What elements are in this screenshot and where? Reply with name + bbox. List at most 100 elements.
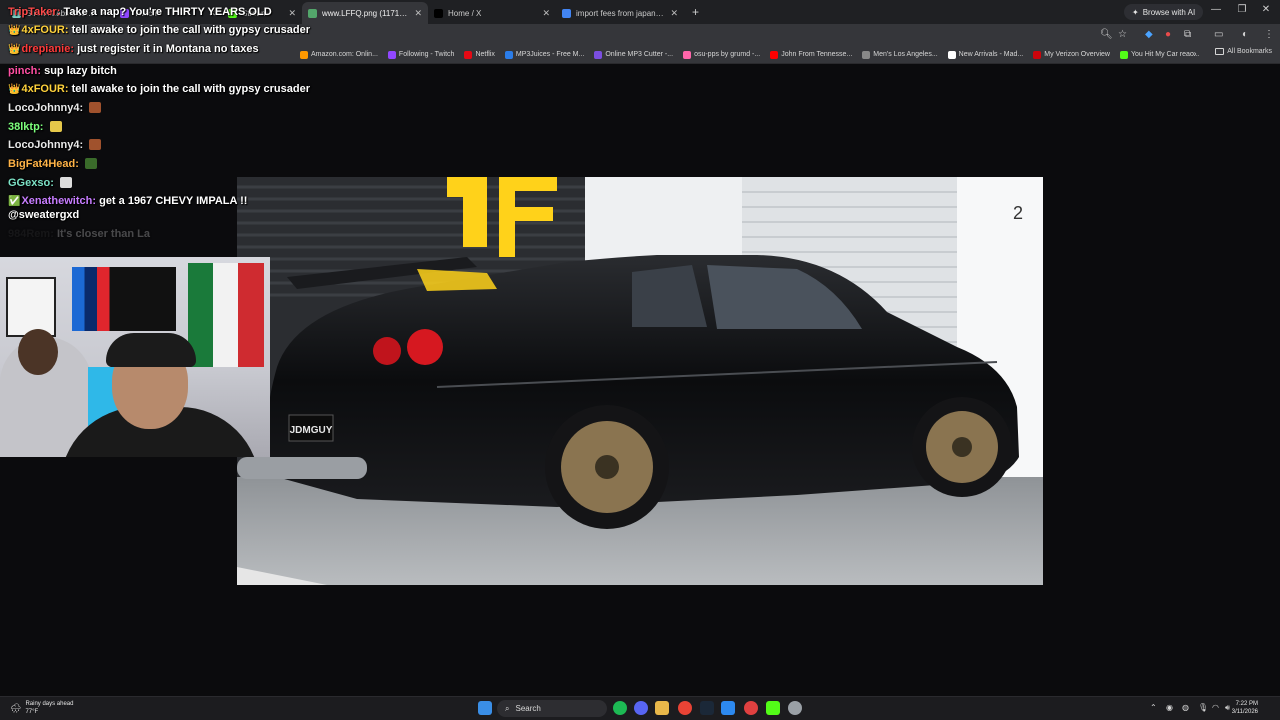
webcam-overlay [0,257,270,457]
volume-icon[interactable]: 🔊︎ [1225,703,1230,713]
chat-message: GGexso: [8,177,72,189]
bookmark-item[interactable]: John From Tennesse... [770,50,852,59]
bookmark-item[interactable]: My Verizon Overview [1033,50,1110,59]
all-bookmarks-button[interactable]: All Bookmarks [1215,48,1272,55]
close-window-icon[interactable]: ✕ [1256,4,1276,15]
bookmark-item[interactable]: Following - Twitch [387,50,454,59]
chat-username[interactable]: drepianie [21,43,70,55]
chat-username[interactable]: LocoJohnny4 [8,139,80,151]
tab-close-icon[interactable]: ✕ [542,8,550,19]
clock[interactable]: 7:22 PM 3/11/2026 [1232,700,1258,716]
sidebar-icon[interactable]: ▭ [1214,29,1223,40]
tab-title: import fees from japan to us - Google [576,8,665,18]
weather-temp: 77°F [25,709,39,715]
new-tab-button[interactable]: + [692,5,699,19]
tray-overflow-icon[interactable]: ⌃ [1150,703,1157,712]
settings-icon[interactable] [788,701,802,715]
bookmark-item[interactable]: Netflix [464,50,495,59]
bookmark-item[interactable]: osu-pps by grumd -... [683,50,760,59]
chat-message: @sweatergxd [8,209,79,221]
chat-text: sup lazy bitch [44,65,117,77]
wifi-icon[interactable]: ◠ [1212,703,1219,712]
chat-username[interactable]: LocoJohnny4 [8,102,80,114]
chat-text: tell awake to join the call with gypsy c… [71,24,311,36]
bookmark-favicon-icon [387,50,396,59]
bookmark-label: You Hit My Car reac... [1130,51,1200,58]
chat-username[interactable]: 4xFOUR [21,24,64,36]
spotify-icon[interactable] [613,701,627,715]
kick-icon[interactable] [766,701,780,715]
tab-favicon-icon [562,8,571,18]
chat-separator: : [79,139,87,151]
bookmark-label: Men's Los Angeles... [873,51,938,58]
streamer-main-hair [106,333,196,367]
tab-title: Home / X [448,8,482,18]
bookmark-favicon-icon [947,50,956,59]
bookmark-item[interactable]: Men's Los Angeles... [862,50,938,59]
browse-with-ai-button[interactable]: ✦ Browse with AI [1124,4,1204,20]
steam-icon[interactable] [700,701,714,715]
chat-separator: : [50,228,57,240]
chat-username[interactable]: 4xFOUR [21,83,64,95]
clock-date: 3/11/2026 [1231,709,1258,715]
chat-separator: : [39,121,47,133]
chat-username[interactable]: 984Rem [8,228,50,240]
file-explorer-icon[interactable] [655,701,669,715]
star-icon[interactable]: ☆ [1118,29,1127,40]
browser-tab[interactable]: Home / X ✕ [428,2,556,24]
chat-username[interactable]: 38lktp [8,121,40,133]
start-button[interactable] [478,701,492,715]
tab-close-icon[interactable]: ✕ [414,8,422,19]
maximize-icon[interactable]: ❐ [1232,4,1252,15]
chrome-icon[interactable] [678,701,692,715]
bookmark-item[interactable]: MP3Juices - Free M... [504,50,584,59]
extension-icon[interactable]: ◆ [1145,29,1153,40]
microphone-icon[interactable]: 🎙︎ [1198,703,1208,712]
menu-icon[interactable]: ⋮ [1264,29,1274,40]
tab-title: www.LFFQ.png (1171×593) [322,8,409,18]
puzzle-icon[interactable]: ⧉ [1184,29,1191,40]
rain-icon: 🌧︎ [10,702,22,713]
bookmark-item[interactable]: You Hit My Car reac... [1119,50,1200,59]
chat-text: get a 1967 CHEVY IMPALA !! [99,195,248,207]
folder-icon [1215,48,1225,55]
chat-badge-icon: 👑 [8,84,21,95]
discord-icon[interactable] [634,701,648,715]
chat-text: tell awake to join the call with gypsy c… [71,83,311,95]
chat-username[interactable]: Xenathewitch [21,195,92,207]
chat-emote-icon [89,139,102,150]
browser-tab[interactable]: import fees from japan to us - Google ✕ [556,2,684,24]
minimize-icon[interactable]: — [1206,4,1226,15]
tab-close-icon[interactable]: ✕ [288,8,296,19]
chat-emote-icon [89,102,102,113]
browser-tab[interactable]: www.LFFQ.png (1171×593) ✕ [302,2,428,24]
zoom-icon[interactable]: 🔍︎ [1100,29,1113,40]
bookmark-item[interactable]: Online MP3 Cutter -... [594,50,673,59]
taskbar-search[interactable]: ⌕ Search [497,700,607,717]
windows-taskbar: 🌧︎ Rainy days ahead 77°F ⌕ Search ⌃ ◉ ◍ … [0,696,1280,720]
chat-text: Take a nap? You're THIRTY YEARS OLD [63,6,272,18]
chat-username[interactable]: pinch [8,65,37,77]
tray-app2-icon[interactable]: ◍ [1182,703,1189,712]
tab-close-icon[interactable]: ✕ [670,8,678,19]
streamer-left-head [18,329,58,375]
stream-view: 2 JDMGUY TripTaker: Take a nap? You're T… [0,6,1280,696]
photos-icon[interactable] [721,701,735,715]
nissan-skyline-image: 2 JDMGUY [237,177,1043,585]
bookmark-item[interactable]: New Arrivals - Mad... [947,50,1023,59]
search-label: Search [515,704,541,713]
bookmark-item[interactable]: Amazon.com: Onlin... [300,50,378,59]
chat-username[interactable]: BigFat4Head [8,158,75,170]
tray-app-icon[interactable]: ◉ [1166,703,1173,712]
bookmarks-overflow-icon[interactable]: » [1192,49,1196,58]
chat-username[interactable]: GGexso [8,177,50,189]
obs-icon[interactable] [744,701,758,715]
bookmark-favicon-icon [1033,50,1042,59]
chat-message: 38lktp: [8,121,62,133]
chat-emote-icon [59,177,72,188]
bookmark-label: Netflix [475,51,495,58]
chat-username[interactable]: TripTaker [8,6,57,18]
adblock-icon[interactable]: ● [1165,29,1171,40]
profile-icon[interactable]: ◐ [1242,29,1248,40]
weather-widget[interactable]: 🌧︎ Rainy days ahead 77°F [10,700,73,716]
